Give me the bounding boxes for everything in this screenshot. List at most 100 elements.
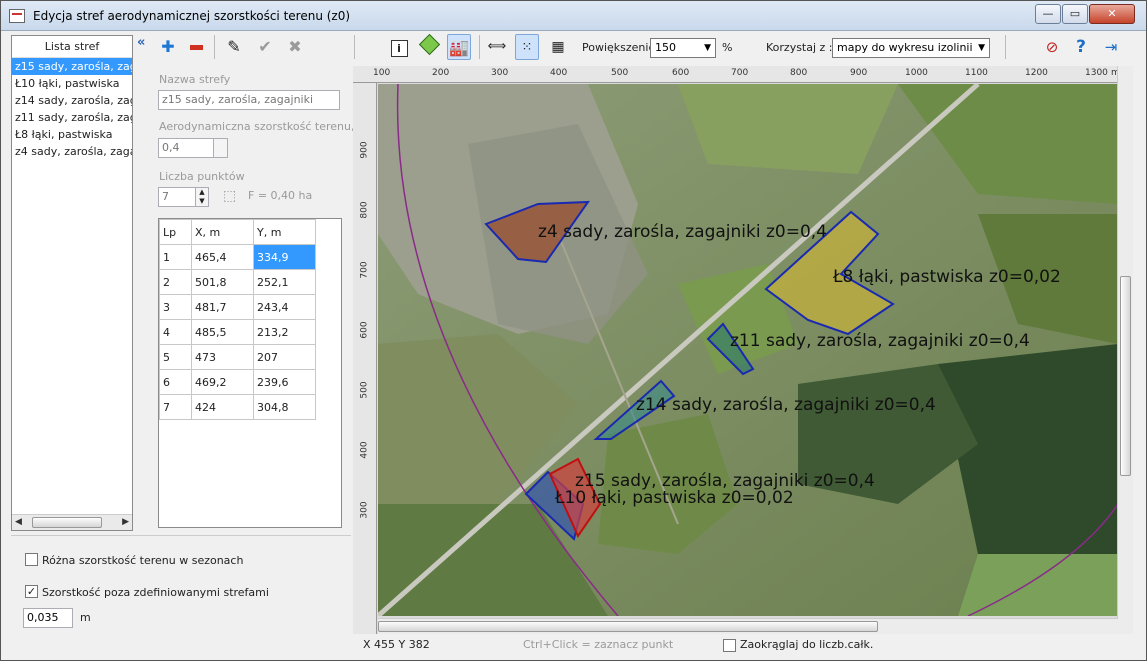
cell[interactable]: 465,4 <box>191 244 254 270</box>
cell[interactable]: 334,9 <box>253 244 316 270</box>
area-icon: ⬚ <box>223 188 237 204</box>
round-checkbox[interactable] <box>723 639 736 652</box>
map-horizontal-scrollbar[interactable] <box>378 618 1118 634</box>
cell[interactable]: 304,8 <box>253 394 316 420</box>
zone-list-item[interactable]: Ł8 łąki, pastwiska <box>12 126 132 143</box>
cell[interactable]: 485,5 <box>191 319 254 345</box>
zone-name-input[interactable]: z15 sady, zarośla, zagajniki <box>158 90 340 110</box>
ruler-x-tick: 200 <box>432 68 450 78</box>
ruler-x-tick: 300 <box>491 68 509 78</box>
minimize-button[interactable]: — <box>1035 4 1061 24</box>
use-label: Korzystaj z : <box>766 41 833 54</box>
add-zone-icon[interactable]: ✚ <box>156 34 180 60</box>
exit-icon[interactable]: ⇥ <box>1099 34 1123 60</box>
zone-list-header: Lista stref <box>12 36 132 58</box>
scroll-thumb[interactable] <box>32 517 102 528</box>
ruler-x-tick: 100 <box>373 68 391 78</box>
col-header: X, m <box>191 219 254 245</box>
table-row[interactable]: 3 481,7 243,4 <box>159 294 316 320</box>
points-label: Liczba punktów <box>159 170 245 183</box>
outside-zones-label: Szorstkość poza zdefiniowanymi strefami <box>42 586 269 599</box>
collapse-panel-icon[interactable]: « <box>137 35 145 50</box>
ruler-y-tick: 500 <box>359 381 370 399</box>
measure-icon[interactable]: ⟺ <box>485 34 509 60</box>
zone-list-item[interactable]: z4 sady, zarośla, zagaj... <box>12 143 132 160</box>
delete-zone-icon[interactable] <box>184 34 208 60</box>
outside-roughness-input[interactable]: 0,035 <box>23 608 73 628</box>
cell[interactable]: 473 <box>191 344 254 370</box>
ruler-x-tick: 400 <box>550 68 568 78</box>
zone-list-scrollbar[interactable]: ◀ ▶ <box>12 514 132 530</box>
table-row[interactable]: 4 485,5 213,2 <box>159 319 316 345</box>
ruler-x-tick: 900 <box>850 68 868 78</box>
zone-label: z4 sady, zarośla, zagajniki z0=0,4 <box>538 222 827 242</box>
close-button[interactable]: ✕ <box>1089 4 1135 24</box>
scroll-left-icon[interactable]: ◀ <box>15 517 22 527</box>
cell[interactable]: 213,2 <box>253 319 316 345</box>
map-source-select[interactable]: mapy do wykresu izolinii ▼ <box>832 38 990 58</box>
ruler-y-tick: 400 <box>359 441 370 459</box>
help-icon[interactable]: ? <box>1069 34 1093 60</box>
chevron-down-icon: ▼ <box>704 43 711 53</box>
cursor-coordinates: X 455 Y 382 <box>363 638 430 651</box>
cancel-icon[interactable]: ✖ <box>283 34 307 60</box>
seasons-checkbox[interactable] <box>25 553 38 566</box>
zone-list-item[interactable]: z14 sady, zarośla, zag... <box>12 92 132 109</box>
table-row[interactable]: 1 465,4 334,9 <box>159 244 316 270</box>
cell[interactable]: 243,4 <box>253 294 316 320</box>
maximize-button[interactable]: ▭ <box>1062 4 1088 24</box>
emitter-icon[interactable]: 🏭 <box>447 34 471 60</box>
zone-list-item[interactable]: Ł10 łąki, pastwiska <box>12 75 132 92</box>
cell[interactable]: 4 <box>159 319 192 345</box>
outside-zones-checkbox[interactable]: ✓ <box>25 585 38 598</box>
zoom-select[interactable]: 150 ▼ <box>650 38 716 58</box>
zone-list-item[interactable]: z15 sady, zarośla, zag... <box>12 58 132 75</box>
cell[interactable]: 469,2 <box>191 369 254 395</box>
map-vertical-scrollbar[interactable] <box>1117 66 1133 634</box>
ruler-x-tick: 1200 <box>1025 68 1048 78</box>
scroll-right-icon[interactable]: ▶ <box>122 517 129 527</box>
cell[interactable]: 239,6 <box>253 369 316 395</box>
chevron-down-icon: ▼ <box>978 43 985 53</box>
cell[interactable]: 207 <box>253 344 316 370</box>
ruler-y-tick: 700 <box>359 261 370 279</box>
ruler-x-tick: 1300 <box>1085 68 1108 78</box>
cell[interactable]: 6 <box>159 369 192 395</box>
table-row[interactable]: 5 473 207 <box>159 344 316 370</box>
table-row[interactable]: 7 424 304,8 <box>159 394 316 420</box>
zone-list-item[interactable]: z11 sady, zarośla, zag... <box>12 109 132 126</box>
map-tool-icon[interactable] <box>417 33 441 60</box>
roughness-input[interactable]: 0,4 <box>158 138 214 158</box>
cell[interactable]: 252,1 <box>253 269 316 295</box>
window: Edycja stref aerodynamicznej szorstkości… <box>0 0 1147 661</box>
ruler-x-tick: 700 <box>731 68 749 78</box>
cell[interactable]: 501,8 <box>191 269 254 295</box>
info-icon[interactable]: i <box>387 34 411 60</box>
table-row[interactable]: 6 469,2 239,6 <box>159 369 316 395</box>
points-table: Lp X, m Y, m 1 465,4 334,9 2 501,8 252,1 3 48… <box>158 218 342 528</box>
table-row[interactable]: 2 501,8 252,1 <box>159 269 316 295</box>
stop-icon[interactable]: ⊘ <box>1040 34 1064 60</box>
grid-points-icon[interactable]: ⁙ <box>515 34 539 60</box>
cell[interactable]: 5 <box>159 344 192 370</box>
cell[interactable]: 3 <box>159 294 192 320</box>
confirm-icon[interactable]: ✔ <box>253 34 277 60</box>
scroll-thumb[interactable] <box>1120 276 1131 476</box>
roughness-button[interactable] <box>213 138 228 158</box>
app-icon <box>9 9 25 23</box>
ruler-top: 100 200 300 400 500 600 700 800 900 1000… <box>353 66 1131 83</box>
scroll-thumb[interactable] <box>378 621 878 632</box>
cell[interactable]: 481,7 <box>191 294 254 320</box>
points-stepper[interactable]: ▲ ▼ <box>195 187 209 207</box>
cell[interactable]: 424 <box>191 394 254 420</box>
ruler-x-tick: 1000 <box>905 68 928 78</box>
cell[interactable]: 7 <box>159 394 192 420</box>
cell[interactable]: 1 <box>159 244 192 270</box>
points-input[interactable]: 7 <box>158 187 196 207</box>
map-canvas[interactable]: z4 sady, zarośla, zagajniki z0=0,4 Ł8 łą… <box>378 84 1118 616</box>
title-bar: Edycja stref aerodynamicznej szorstkości… <box>1 1 1146 31</box>
col-header: Lp <box>159 219 192 245</box>
cell[interactable]: 2 <box>159 269 192 295</box>
edit-zone-icon[interactable]: ✎ <box>222 34 246 60</box>
table-icon[interactable]: ▦ <box>546 34 570 60</box>
